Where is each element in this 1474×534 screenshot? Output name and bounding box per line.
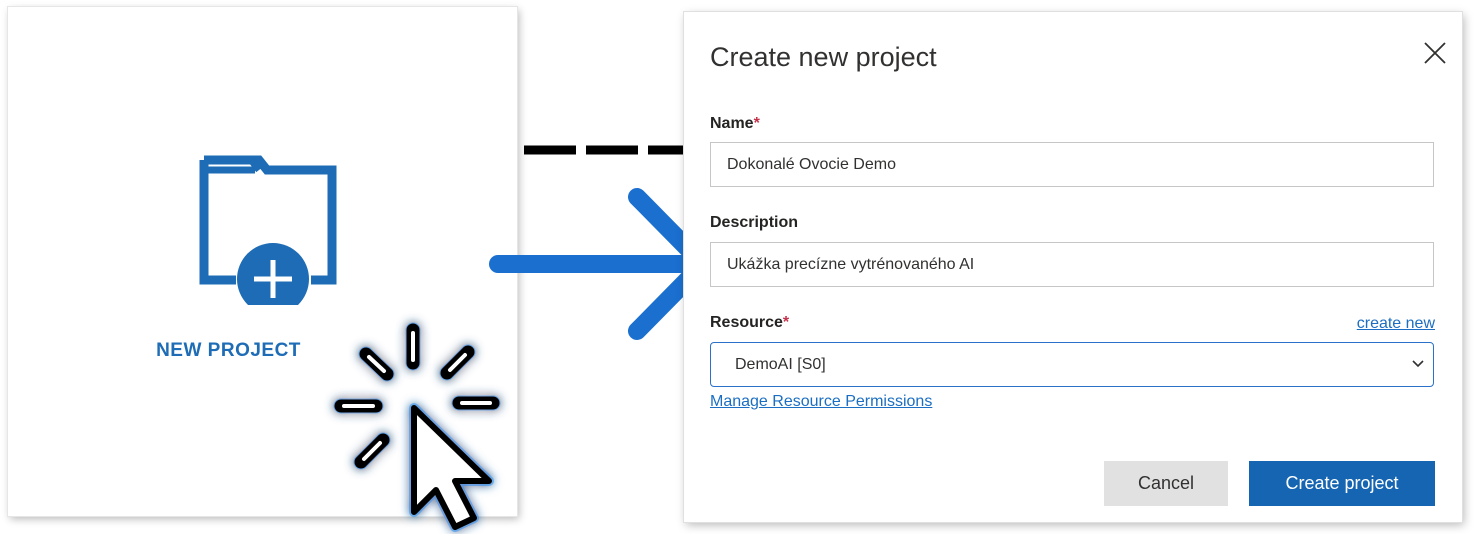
cancel-button[interactable]: Cancel: [1104, 461, 1228, 506]
resource-label: Resource*: [710, 314, 789, 332]
create-new-link[interactable]: create new: [1357, 315, 1435, 333]
chevron-down-icon: [1412, 360, 1424, 368]
folder-plus-icon: [199, 155, 337, 305]
description-input[interactable]: [710, 242, 1434, 287]
close-icon[interactable]: [1424, 42, 1446, 64]
new-project-card[interactable]: NEW PROJECT: [8, 7, 517, 516]
arrow-right-icon: [489, 188, 712, 340]
resource-select[interactable]: DemoAI [S0]: [710, 342, 1434, 387]
manage-resource-permissions-link[interactable]: Manage Resource Permissions: [710, 393, 932, 411]
required-marker: *: [782, 314, 790, 331]
description-label: Description: [710, 214, 799, 231]
name-input[interactable]: [710, 142, 1434, 187]
name-label-text: Name: [710, 115, 754, 132]
create-project-dialog: Create new project Name* Description Res…: [684, 12, 1462, 522]
name-label: Name*: [710, 115, 760, 133]
dialog-title: Create new project: [710, 42, 937, 72]
required-marker: *: [753, 115, 760, 132]
create-project-button[interactable]: Create project: [1249, 461, 1435, 506]
resource-label-text: Resource: [710, 314, 783, 331]
new-project-label: NEW PROJECT: [156, 340, 301, 361]
resource-selected-value: DemoAI [S0]: [735, 356, 826, 373]
